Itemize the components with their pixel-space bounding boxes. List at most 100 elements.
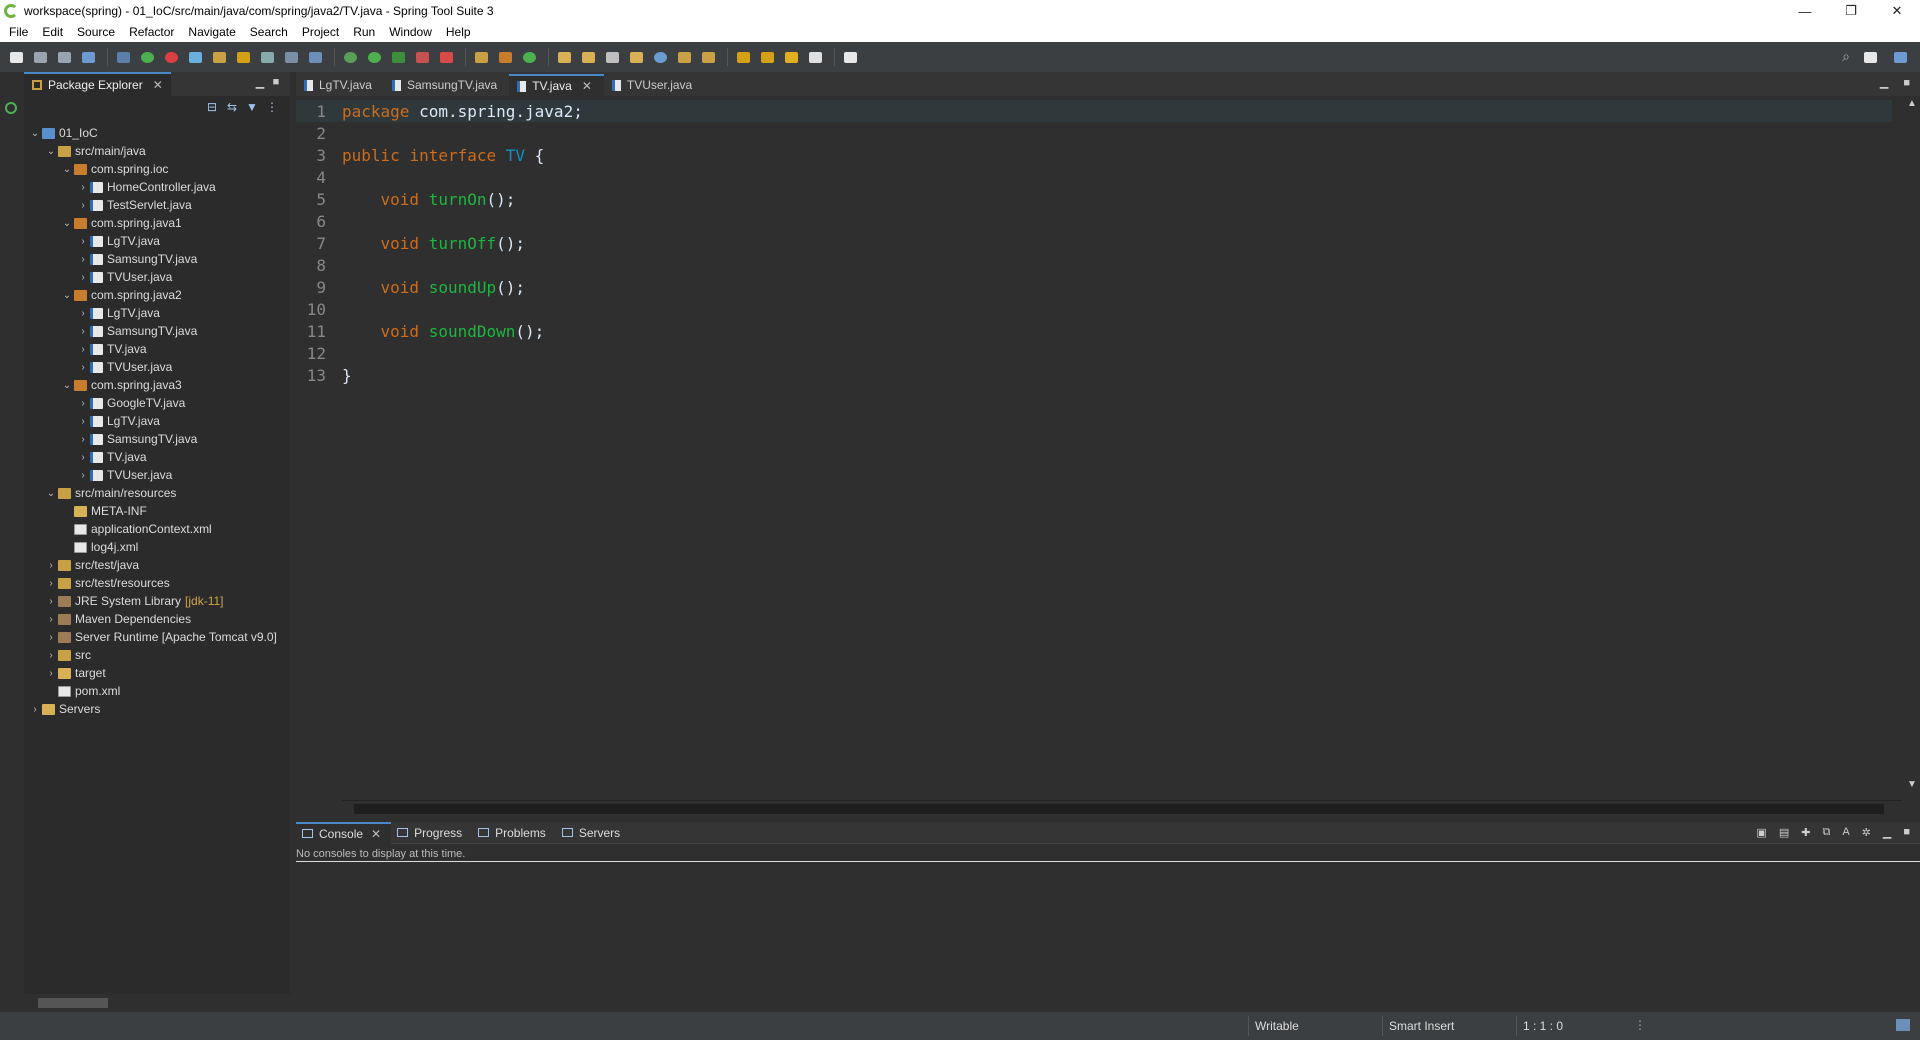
new-icon[interactable] [6,48,26,66]
prev-annotation-icon[interactable] [698,48,718,66]
external-tools-icon[interactable] [412,48,432,66]
editor-tab[interactable]: LgTV.java [296,74,384,96]
tree-item[interactable]: › target [44,664,105,682]
tree-item[interactable]: › LgTV.java [76,232,160,250]
tree-item[interactable]: ⌄ com.spring.java1 [60,214,182,232]
tree-item[interactable]: › SamsungTV.java [76,322,197,340]
debug-icon[interactable] [340,48,360,66]
menu-project[interactable]: Project [295,22,346,42]
boot-dashboard-icon[interactable] [5,102,17,114]
restore-button[interactable]: ❐ [1828,0,1874,22]
chevron-down-icon[interactable]: ⌄ [60,380,74,391]
spring-boot-icon[interactable] [137,48,157,66]
tree-item[interactable]: ⌄ com.spring.java3 [60,376,182,394]
tree-item[interactable]: › Servers [28,700,100,718]
tab-package-explorer[interactable]: Package Explorer ✕ [24,72,171,96]
open-folder-icon[interactable] [554,48,574,66]
chevron-right-icon[interactable]: › [44,596,58,607]
editor-vertical-scrollbar[interactable]: ▲ ▼ [1902,96,1920,792]
globe-icon[interactable] [650,48,670,66]
scroll-down-icon[interactable]: ▼ [1907,779,1917,790]
pin-editor-icon[interactable] [840,48,860,66]
chevron-down-icon[interactable]: ⌄ [60,218,74,229]
close-icon[interactable]: ✕ [582,79,592,93]
tree-item[interactable]: › TVUser.java [76,466,172,484]
tree-item[interactable]: ⌄ src/main/resources [44,484,177,502]
tree-item[interactable]: › src/test/resources [44,574,169,592]
chevron-right-icon[interactable]: › [76,416,90,427]
chevron-down-icon[interactable]: ⌄ [44,488,58,499]
console-tab[interactable]: Problems [472,822,556,844]
tree-item[interactable]: › JRE System Library [jdk-11] [44,592,223,610]
editor-tab[interactable]: TVUser.java [604,74,704,96]
maximize-editor-icon[interactable]: ■ [1903,77,1910,89]
display-console-icon[interactable]: ▤ [1779,826,1789,839]
notifications-icon[interactable] [1896,1019,1910,1031]
tree-item[interactable]: › GoogleTV.java [76,394,185,412]
minimize-editor-icon[interactable]: ▁ [1880,77,1888,89]
open-resource-icon[interactable] [578,48,598,66]
console-tab[interactable]: Console ✕ [296,821,392,844]
settings-icon[interactable]: ✲ [1862,826,1871,839]
menu-refactor[interactable]: Refactor [122,22,181,42]
tree-item[interactable]: log4j.xml [60,538,138,556]
search-icon[interactable]: ⌕ [1842,48,1850,65]
last-edit-icon[interactable] [733,48,753,66]
word-wrap-icon[interactable] [281,48,301,66]
chevron-right-icon[interactable]: › [76,326,90,337]
chevron-down-icon[interactable]: ⌄ [44,146,58,157]
tree-item[interactable]: › TV.java [76,448,146,466]
console-tab[interactable]: Progress [391,822,472,844]
minimize-button[interactable]: — [1782,0,1828,22]
scroll-up-icon[interactable]: ▲ [1907,98,1917,109]
chevron-right-icon[interactable]: › [76,452,90,463]
explorer-horizontal-scrollbar[interactable] [24,994,290,1012]
save-icon[interactable] [30,48,50,66]
open-console-icon[interactable]: ▣ [1756,826,1766,839]
block-selection-icon[interactable] [257,48,277,66]
filter-icon[interactable]: ▼ [242,100,262,114]
tree-item[interactable]: › TVUser.java [76,358,172,376]
tree-item[interactable]: › SamsungTV.java [76,430,197,448]
editor-tab[interactable]: SamsungTV.java [384,74,509,96]
terminal-icon[interactable] [113,48,133,66]
tree-item[interactable]: META-INF [60,502,147,520]
menu-source[interactable]: Source [70,22,122,42]
show-whitespace-icon[interactable] [305,48,325,66]
chevron-right-icon[interactable]: › [76,308,90,319]
toggle-mark-occurrences-icon[interactable] [233,48,253,66]
menu-file[interactable]: File [2,22,35,42]
stop-icon[interactable] [161,48,181,66]
pin-console-icon[interactable]: ⧉ [1822,826,1830,839]
save-all-icon[interactable] [54,48,74,66]
open-project-icon[interactable] [626,48,646,66]
tree-item[interactable]: ⌄ 01_IoC [28,124,98,142]
open-console-icon[interactable] [78,48,98,66]
tree-item[interactable]: › LgTV.java [76,412,160,430]
chevron-down-icon[interactable]: ⌄ [60,290,74,301]
close-icon[interactable]: ✕ [371,827,381,841]
chevron-right-icon[interactable]: › [76,434,90,445]
tree-item[interactable]: applicationContext.xml [60,520,212,538]
chevron-right-icon[interactable]: › [44,614,58,625]
tree-item[interactable]: › SamsungTV.java [76,250,197,268]
tree-item[interactable]: ⌄ com.spring.java2 [60,286,182,304]
scrollbar-thumb[interactable] [38,998,108,1008]
open-type-icon[interactable] [209,48,229,66]
tree-item[interactable]: › Maven Dependencies [44,610,191,628]
view-menu-icon[interactable]: ⋮ [262,100,282,114]
next-annotation-icon[interactable] [674,48,694,66]
open-perspective-icon[interactable] [1860,48,1880,66]
chevron-right-icon[interactable]: › [76,344,90,355]
minimize-view-icon[interactable]: ▁ [252,76,268,89]
word-wrap-icon[interactable]: A [1842,826,1849,839]
menu-help[interactable]: Help [439,22,478,42]
chevron-right-icon[interactable]: › [44,632,58,643]
tree-item[interactable]: pom.xml [44,682,120,700]
tree-item[interactable]: › src [44,646,91,664]
chevron-right-icon[interactable]: › [44,578,58,589]
tree-item[interactable]: ⌄ src/main/java [44,142,146,160]
tree-item[interactable]: › TVUser.java [76,268,172,286]
skip-breakpoints-icon[interactable] [185,48,205,66]
chevron-right-icon[interactable]: › [28,704,42,715]
